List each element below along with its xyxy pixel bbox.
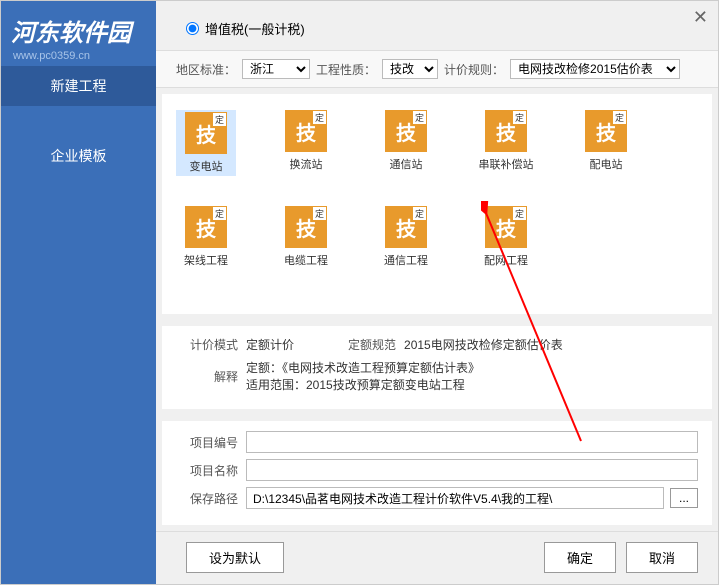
template-item-converter[interactable]: 技定 换流站 <box>276 110 336 176</box>
close-icon[interactable]: ✕ <box>693 7 708 28</box>
path-label: 保存路径 <box>176 490 246 507</box>
explain-line2: 适用范围：2015技改预算定额变电站工程 <box>246 376 698 393</box>
footer: 设为默认 确定 取消 <box>156 531 718 583</box>
browse-button[interactable]: ... <box>670 488 698 508</box>
proj-name-label: 项目名称 <box>176 462 246 479</box>
spec-label: 定额规范 <box>334 336 404 353</box>
tax-radio-row: 增值税(一般计税) <box>156 1 718 50</box>
tax-label: 增值税(一般计税) <box>205 19 305 38</box>
explain-line1: 定额：《电网技术改造工程预算定额估计表》 <box>246 359 698 376</box>
template-item-comm-station[interactable]: 技定 通信站 <box>376 110 436 176</box>
region-select[interactable]: 浙江 <box>242 59 310 79</box>
template-item-substation[interactable]: 技定 变电站 <box>176 110 236 176</box>
explain-label: 解释 <box>176 368 246 385</box>
set-default-button[interactable]: 设为默认 <box>186 542 284 573</box>
proj-name-input[interactable] <box>246 459 698 481</box>
logo-url: www.pc0359.cn <box>1 50 156 66</box>
nature-label: 工程性质： <box>316 61 376 78</box>
rule-select[interactable]: 电网技改检修2015估价表 <box>510 59 680 79</box>
nature-select[interactable]: 技改 <box>382 59 438 79</box>
sidebar: 河东软件园 www.pc0359.cn 新建工程 企业模板 <box>1 1 156 584</box>
main-panel: ✕ 增值税(一般计税) 地区标准： 浙江 工程性质： 技改 计价规则： 电网技改… <box>156 1 718 584</box>
mode-label: 计价模式 <box>176 336 246 353</box>
tax-radio[interactable] <box>186 22 199 35</box>
cancel-button[interactable]: 取消 <box>626 542 698 573</box>
logo-text: 河东软件园 <box>1 1 156 50</box>
spec-value: 2015电网技改检修定额估价表 <box>404 336 563 353</box>
template-item-series-comp[interactable]: 技定 串联补偿站 <box>476 110 536 176</box>
pricing-info: 计价模式定额计价 定额规范2015电网技改检修定额估价表 解释 定额：《电网技术… <box>162 326 712 409</box>
template-item-overhead-line[interactable]: 技定 架线工程 <box>176 206 236 268</box>
ok-button[interactable]: 确定 <box>544 542 616 573</box>
template-item-comm-project[interactable]: 技定 通信工程 <box>376 206 436 268</box>
mode-value: 定额计价 <box>246 336 294 353</box>
template-grid: 技定 变电站 技定 换流站 技定 通信站 技定 串联补偿站 技定 配电站 <box>162 94 712 314</box>
rule-label: 计价规则： <box>444 61 504 78</box>
sidebar-item-new-project[interactable]: 新建工程 <box>1 66 156 106</box>
region-label: 地区标准： <box>176 61 236 78</box>
sidebar-item-templates[interactable]: 企业模板 <box>1 136 156 176</box>
template-item-dist-network[interactable]: 技定 配网工程 <box>476 206 536 268</box>
template-item-cable[interactable]: 技定 电缆工程 <box>276 206 336 268</box>
template-item-distribution[interactable]: 技定 配电站 <box>576 110 636 176</box>
path-input[interactable] <box>246 487 664 509</box>
proj-no-input[interactable] <box>246 431 698 453</box>
project-info: 项目编号 项目名称 保存路径 ... <box>162 421 712 525</box>
proj-no-label: 项目编号 <box>176 434 246 451</box>
filter-bar: 地区标准： 浙江 工程性质： 技改 计价规则： 电网技改检修2015估价表 <box>156 50 718 88</box>
